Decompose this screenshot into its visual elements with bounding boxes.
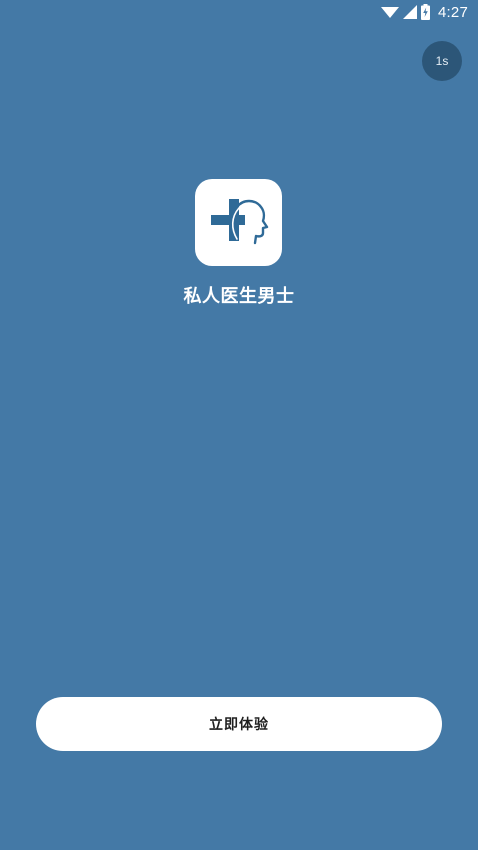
signal-icon — [403, 5, 417, 19]
try-now-button[interactable]: 立即体验 — [36, 697, 442, 751]
app-name: 私人医生男士 — [183, 286, 295, 307]
wifi-icon — [381, 5, 399, 19]
battery-charging-icon — [421, 4, 430, 20]
splash-screen: 4:27 1s 私人医生男士 立即体验 — [0, 0, 478, 850]
skip-countdown-button[interactable]: 1s — [422, 41, 462, 81]
app-logo — [195, 179, 282, 266]
cross-head-logo-icon — [209, 195, 269, 251]
status-bar: 4:27 — [0, 0, 478, 24]
status-icons: 4:27 — [381, 3, 468, 21]
status-time: 4:27 — [438, 3, 468, 21]
